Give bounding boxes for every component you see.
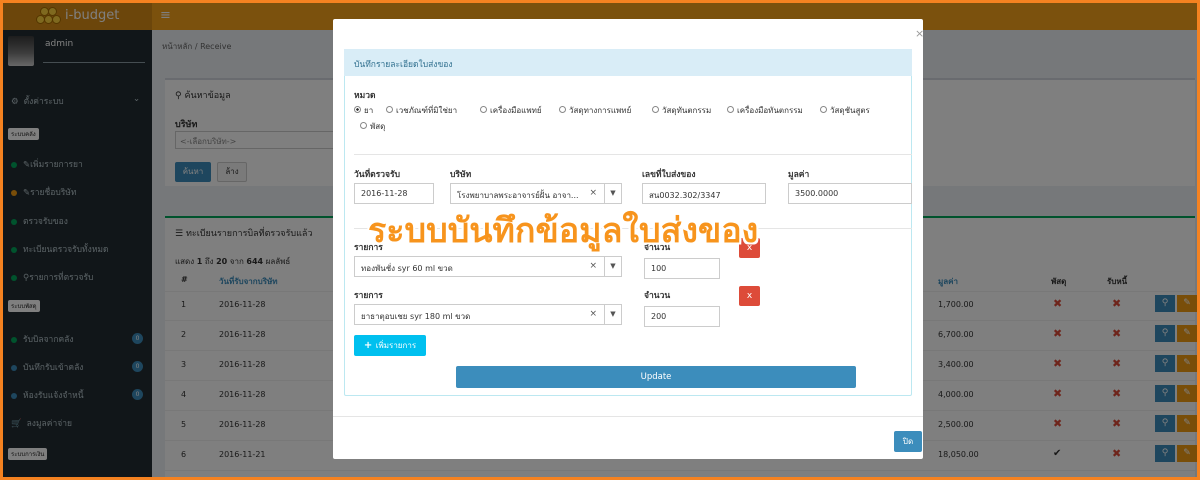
clear-icon[interactable]: × [589, 188, 597, 198]
radio-label: เครื่องมือทันตกรรม [737, 106, 803, 115]
item-select[interactable]: ทองพันชั่ง syr 60 ml ขวด × ▼ [354, 256, 622, 277]
clear-icon[interactable]: × [589, 309, 597, 319]
date-input[interactable]: 2016-11-28 [354, 183, 434, 204]
category-radio[interactable]: พัสดุ [360, 120, 385, 133]
radio-icon [820, 106, 827, 113]
radio-label: วัสดุทันตกรรม [662, 106, 712, 115]
radio-label: พัสดุ [370, 122, 386, 131]
radio-label: เวชภัณฑ์ที่มิใช่ยา [396, 106, 458, 115]
date-label: วันที่ตรวจรับ [354, 170, 400, 180]
category-radio[interactable]: ยา [354, 104, 373, 117]
qty-input[interactable]: 200 [644, 306, 720, 327]
category-radio[interactable]: วัสดุทางการแพทย์ [559, 104, 631, 117]
chevron-down-icon[interactable]: ▼ [604, 257, 621, 276]
category-radio[interactable]: เครื่องมือแพทย์ [480, 104, 542, 117]
item-label: รายการ [354, 291, 383, 301]
chevron-down-icon[interactable]: ▼ [604, 184, 621, 203]
close-button[interactable]: ปิด [894, 431, 922, 452]
company-label: บริษัท [450, 170, 472, 180]
plus-icon: + [363, 340, 376, 351]
item-value: ยาธาตุอบเชย syr 180 ml ขวด [361, 312, 471, 321]
modal-panel-title: บันทึกรายละเอียดใบส่งของ [344, 49, 912, 76]
modal-footer-divider [333, 416, 923, 417]
invoice-input[interactable]: สน0032.302/3347 [642, 183, 766, 204]
item-value: ทองพันชั่ง syr 60 ml ขวด [361, 264, 453, 273]
radio-icon [727, 106, 734, 113]
item-select[interactable]: ยาธาตุอบเชย syr 180 ml ขวด × ▼ [354, 304, 622, 325]
category-radio[interactable]: เวชภัณฑ์ที่มิใช่ยา [386, 104, 457, 117]
category-radio[interactable]: วัสดุชันสูตร [820, 104, 870, 117]
radio-label: เครื่องมือแพทย์ [490, 106, 542, 115]
radio-icon [559, 106, 566, 113]
radio-icon [480, 106, 487, 113]
category-radio[interactable]: เครื่องมือทันตกรรม [727, 104, 803, 117]
category-radio[interactable]: วัสดุทันตกรรม [652, 104, 711, 117]
radio-icon [360, 122, 367, 129]
app-frame: i-budget ≡ admin ⚙ตั้งค่าระบบ⌄ ระบบคลัง … [3, 3, 1197, 477]
update-button[interactable]: Update [456, 366, 856, 388]
clear-icon[interactable]: × [589, 261, 597, 271]
close-icon[interactable]: × [915, 27, 924, 40]
invoice-label: เลขที่ใบส่งของ [642, 170, 696, 180]
radio-icon [652, 106, 659, 113]
radio-label: ยา [364, 106, 374, 115]
radio-label: วัสดุชันสูตร [830, 106, 870, 115]
add-item-button[interactable]: + เพิ่มรายการ [354, 335, 426, 356]
category-label: หมวด [354, 91, 376, 101]
radio-label: วัสดุทางการแพทย์ [569, 106, 632, 115]
value-input[interactable]: 3500.0000 [788, 183, 912, 204]
chevron-down-icon[interactable]: ▼ [604, 305, 621, 324]
radio-icon [354, 106, 361, 113]
value-label: มูลค่า [788, 170, 810, 180]
qty-label: จำนวน [644, 291, 671, 301]
company-select[interactable]: โรงพยาบาลพระอาจารย์ฝั้น อาจา... × ▼ [450, 183, 622, 204]
add-item-label: เพิ่มรายการ [375, 341, 417, 350]
radio-icon [386, 106, 393, 113]
banner-overlay-text: ระบบบันทึกข้อมูลใบส่งของ [368, 211, 759, 251]
divider [354, 154, 912, 155]
qty-input[interactable]: 100 [644, 258, 720, 279]
company-value: โรงพยาบาลพระอาจารย์ฝั้น อาจา... [457, 191, 579, 200]
delete-item-button[interactable]: x [739, 286, 760, 306]
